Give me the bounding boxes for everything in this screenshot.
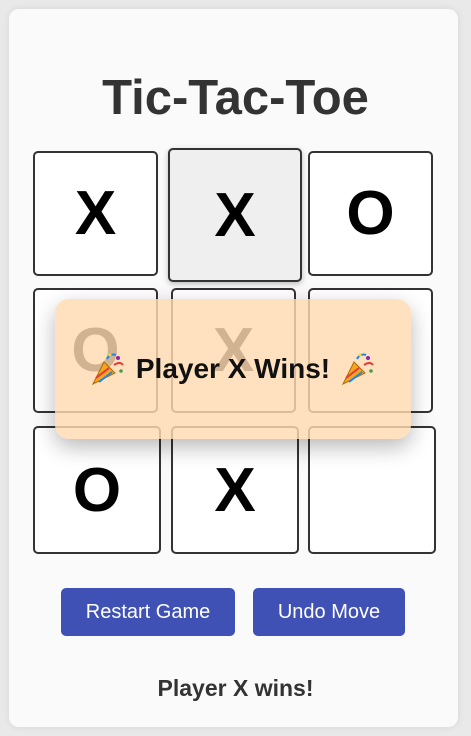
undo-button[interactable]: Undo Move — [253, 588, 405, 636]
board-cell-6[interactable]: O — [33, 426, 161, 554]
page-title: Tic-Tac-Toe — [102, 71, 369, 125]
board-cell-1[interactable]: X — [168, 148, 302, 282]
winner-message: Player X Wins! — [135, 353, 331, 384]
winner-overlay: Player X Wins! — [55, 299, 411, 439]
restart-button[interactable]: Restart Game — [61, 588, 235, 636]
status-text: Player X wins! — [157, 675, 314, 701]
party-popper-icon — [342, 353, 374, 386]
board-cell-2[interactable]: O — [308, 151, 433, 276]
party-popper-icon — [91, 353, 124, 386]
board-cell-7[interactable]: X — [171, 426, 299, 554]
board-cell-0[interactable]: X — [33, 151, 158, 276]
board-cell-8[interactable] — [308, 426, 436, 554]
